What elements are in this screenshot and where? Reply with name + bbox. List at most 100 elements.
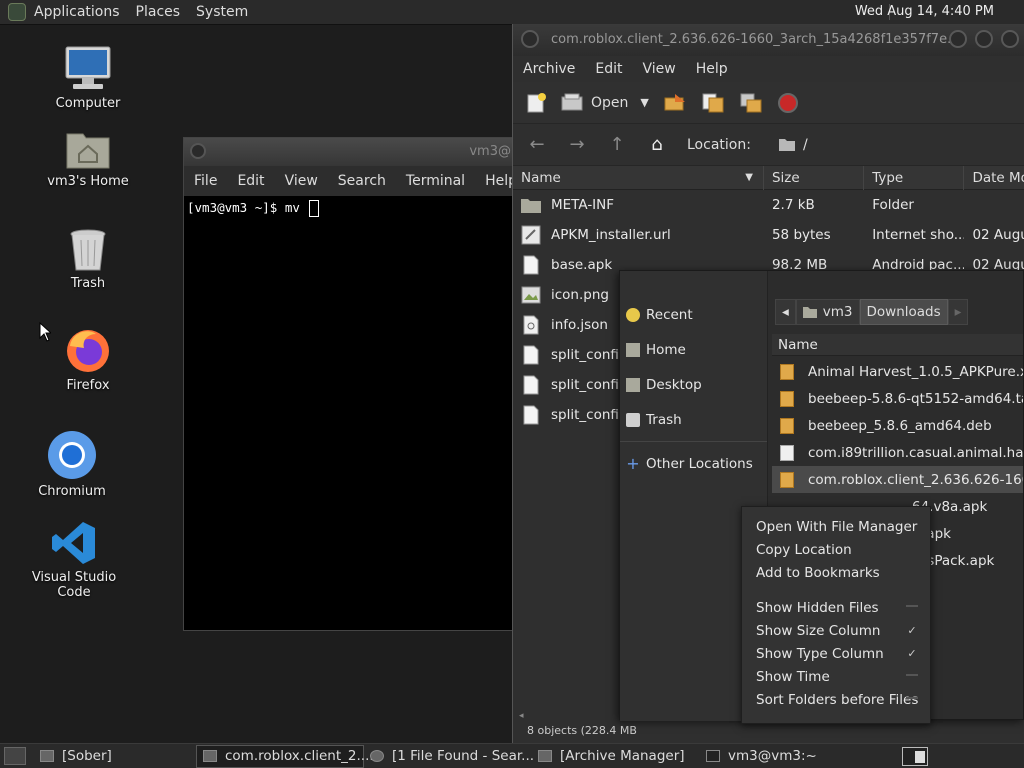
- window-menu-button[interactable]: [190, 143, 206, 159]
- file-list-header[interactable]: Name: [772, 334, 1023, 356]
- sidebar-item-home[interactable]: Home: [620, 332, 767, 367]
- list-item-label: com.roblox.client_2.636.626-1660_: [808, 471, 1023, 488]
- checkbox-unchecked-icon: [906, 601, 918, 607]
- context-menu: Open With File Manager Copy Location Add…: [741, 506, 931, 724]
- stop-icon: [777, 92, 798, 113]
- terminal-icon: [706, 750, 720, 762]
- desktop-icon-chromium[interactable]: Chromium: [12, 430, 132, 499]
- home-icon[interactable]: ⌂: [643, 133, 671, 157]
- table-row[interactable]: APKM_installer.url 58 bytes Internet sho…: [513, 220, 1024, 250]
- archive-menu-help[interactable]: Help: [686, 61, 738, 77]
- archive-menu-archive[interactable]: Archive: [513, 61, 585, 77]
- menu-item-label: Show Size Column: [756, 623, 881, 639]
- path-button-downloads[interactable]: Downloads: [859, 299, 948, 325]
- new-archive-button[interactable]: [525, 92, 547, 114]
- menu-item-show-type-column[interactable]: Show Type Column ✓: [742, 643, 930, 666]
- minimize-button[interactable]: [949, 30, 967, 48]
- taskbar-item-archive-manager[interactable]: [Archive Manager]: [532, 745, 700, 768]
- menu-item-copy-location[interactable]: Copy Location: [742, 539, 930, 562]
- sidebar-item-recent[interactable]: Recent: [620, 297, 767, 332]
- workspace-switcher-icon[interactable]: [902, 747, 928, 766]
- menu-item-label: Sort Folders before Files: [756, 692, 919, 708]
- terminal-window[interactable]: vm3@ File Edit View Search Terminal Help…: [183, 137, 518, 631]
- maximize-button[interactable]: [975, 30, 993, 48]
- sidebar-item-desktop[interactable]: Desktop: [620, 367, 767, 402]
- terminal-titlebar[interactable]: vm3@: [184, 138, 517, 166]
- taskbar-item-archive-roblox[interactable]: com.roblox.client_2....: [196, 744, 374, 768]
- add-folder-button[interactable]: [739, 92, 763, 114]
- archive-menu-edit[interactable]: Edit: [585, 61, 632, 77]
- terminal-menu-edit[interactable]: Edit: [227, 173, 274, 189]
- menu-item-show-time[interactable]: Show Time: [742, 666, 930, 689]
- desktop-icon-trash[interactable]: Trash: [28, 228, 148, 291]
- column-size[interactable]: Size: [764, 165, 865, 190]
- clock[interactable]: Wed Aug 14, 4:40 PM: [855, 4, 994, 19]
- desktop-icon-computer[interactable]: Computer: [28, 46, 148, 111]
- list-item[interactable]: beebeep_5.8.6_amd64.deb: [772, 412, 1023, 439]
- column-name[interactable]: Name ▼: [513, 165, 764, 190]
- menu-item-sort-folders-before-files[interactable]: Sort Folders before Files: [742, 689, 930, 712]
- terminal-menu-file[interactable]: File: [184, 173, 227, 189]
- location-path[interactable]: /: [778, 137, 808, 153]
- extract-icon: [664, 93, 685, 110]
- top-panel: Applications Places System Wed Aug 14, 4…: [0, 0, 1024, 25]
- table-row[interactable]: META-INF 2.7 kB Folder: [513, 190, 1024, 220]
- sidebar-item-label: Other Locations: [646, 455, 753, 472]
- taskbar-item-terminal[interactable]: vm3@vm3:~: [700, 745, 870, 768]
- desktop-icon-home[interactable]: vm3's Home: [28, 128, 148, 189]
- path-button-home[interactable]: vm3: [795, 299, 860, 325]
- forward-arrow-icon[interactable]: →: [563, 133, 591, 157]
- window-menu-button[interactable]: [521, 30, 539, 48]
- archive-titlebar[interactable]: com.roblox.client_2.636.626-1660_3arch_1…: [513, 24, 1024, 56]
- applications-logo-icon[interactable]: [8, 3, 26, 21]
- folder-icon: [521, 199, 541, 213]
- archive-toolbar: Open ▼: [513, 82, 1024, 124]
- add-files-button[interactable]: [701, 92, 725, 114]
- list-item[interactable]: Animal Harvest_1.0.5_APKPure.xapk: [772, 358, 1023, 385]
- menu-item-show-hidden-files[interactable]: Show Hidden Files: [742, 597, 930, 620]
- terminal-menu-view[interactable]: View: [275, 173, 328, 189]
- file-icon: [523, 255, 539, 275]
- show-desktop-icon[interactable]: [4, 747, 26, 765]
- column-type[interactable]: Type: [864, 165, 965, 190]
- menu-applications[interactable]: Applications: [26, 4, 128, 20]
- up-arrow-icon[interactable]: ↑: [603, 133, 631, 157]
- menu-system[interactable]: System: [188, 4, 256, 20]
- file-icon: [523, 345, 539, 365]
- archive-file-icon: [780, 390, 794, 407]
- stop-button[interactable]: [777, 92, 799, 114]
- terminal-content[interactable]: [vm3@vm3 ~]$ mv: [184, 196, 517, 221]
- archive-file-icon: [780, 363, 794, 380]
- desktop-icon-vscode[interactable]: Visual Studio Code: [14, 520, 134, 600]
- taskbar-item-sober[interactable]: [Sober]: [34, 745, 196, 768]
- desktop-icon-label: Visual Studio Code: [31, 570, 117, 600]
- chevron-down-icon[interactable]: ▼: [640, 96, 648, 109]
- menu-item-add-to-bookmarks[interactable]: Add to Bookmarks: [742, 562, 930, 585]
- sidebar-item-other-locations[interactable]: + Other Locations: [620, 446, 767, 481]
- menu-item-open-with-file-manager[interactable]: Open With File Manager: [742, 516, 930, 539]
- list-item[interactable]: com.i89trillion.casual.animal.harvest: [772, 439, 1023, 466]
- close-button[interactable]: [1001, 30, 1019, 48]
- terminal-cursor: [309, 200, 320, 217]
- menu-places[interactable]: Places: [128, 4, 189, 20]
- path-forward-chevron-icon[interactable]: ▸: [947, 299, 969, 325]
- terminal-title: vm3@: [469, 144, 511, 159]
- sidebar-item-trash[interactable]: Trash: [620, 402, 767, 437]
- back-arrow-icon[interactable]: ←: [523, 133, 551, 157]
- taskbar-item-label: com.roblox.client_2....: [225, 748, 374, 764]
- terminal-menu-terminal[interactable]: Terminal: [396, 173, 475, 189]
- terminal-menu-search[interactable]: Search: [328, 173, 396, 189]
- column-date[interactable]: Date Mo: [964, 166, 1024, 190]
- checkmark-icon: ✓: [907, 624, 917, 637]
- path-back-chevron-icon[interactable]: ◂: [775, 299, 796, 325]
- sort-down-icon: ▼: [745, 171, 753, 183]
- taskbar-item-file-search[interactable]: [1 File Found - Sear...: [364, 745, 534, 768]
- list-item[interactable]: beebeep-5.8.6-qt5152-amd64.tar.gz: [772, 385, 1023, 412]
- computer-icon: [65, 46, 111, 89]
- extract-button[interactable]: [663, 92, 687, 114]
- archive-menu-view[interactable]: View: [633, 61, 686, 77]
- menu-item-show-size-column[interactable]: Show Size Column ✓: [742, 620, 930, 643]
- horizontal-scrollbar[interactable]: ◂: [519, 711, 619, 721]
- open-button[interactable]: Open ▼: [561, 93, 649, 113]
- list-item-selected[interactable]: com.roblox.client_2.636.626-1660_: [772, 466, 1023, 493]
